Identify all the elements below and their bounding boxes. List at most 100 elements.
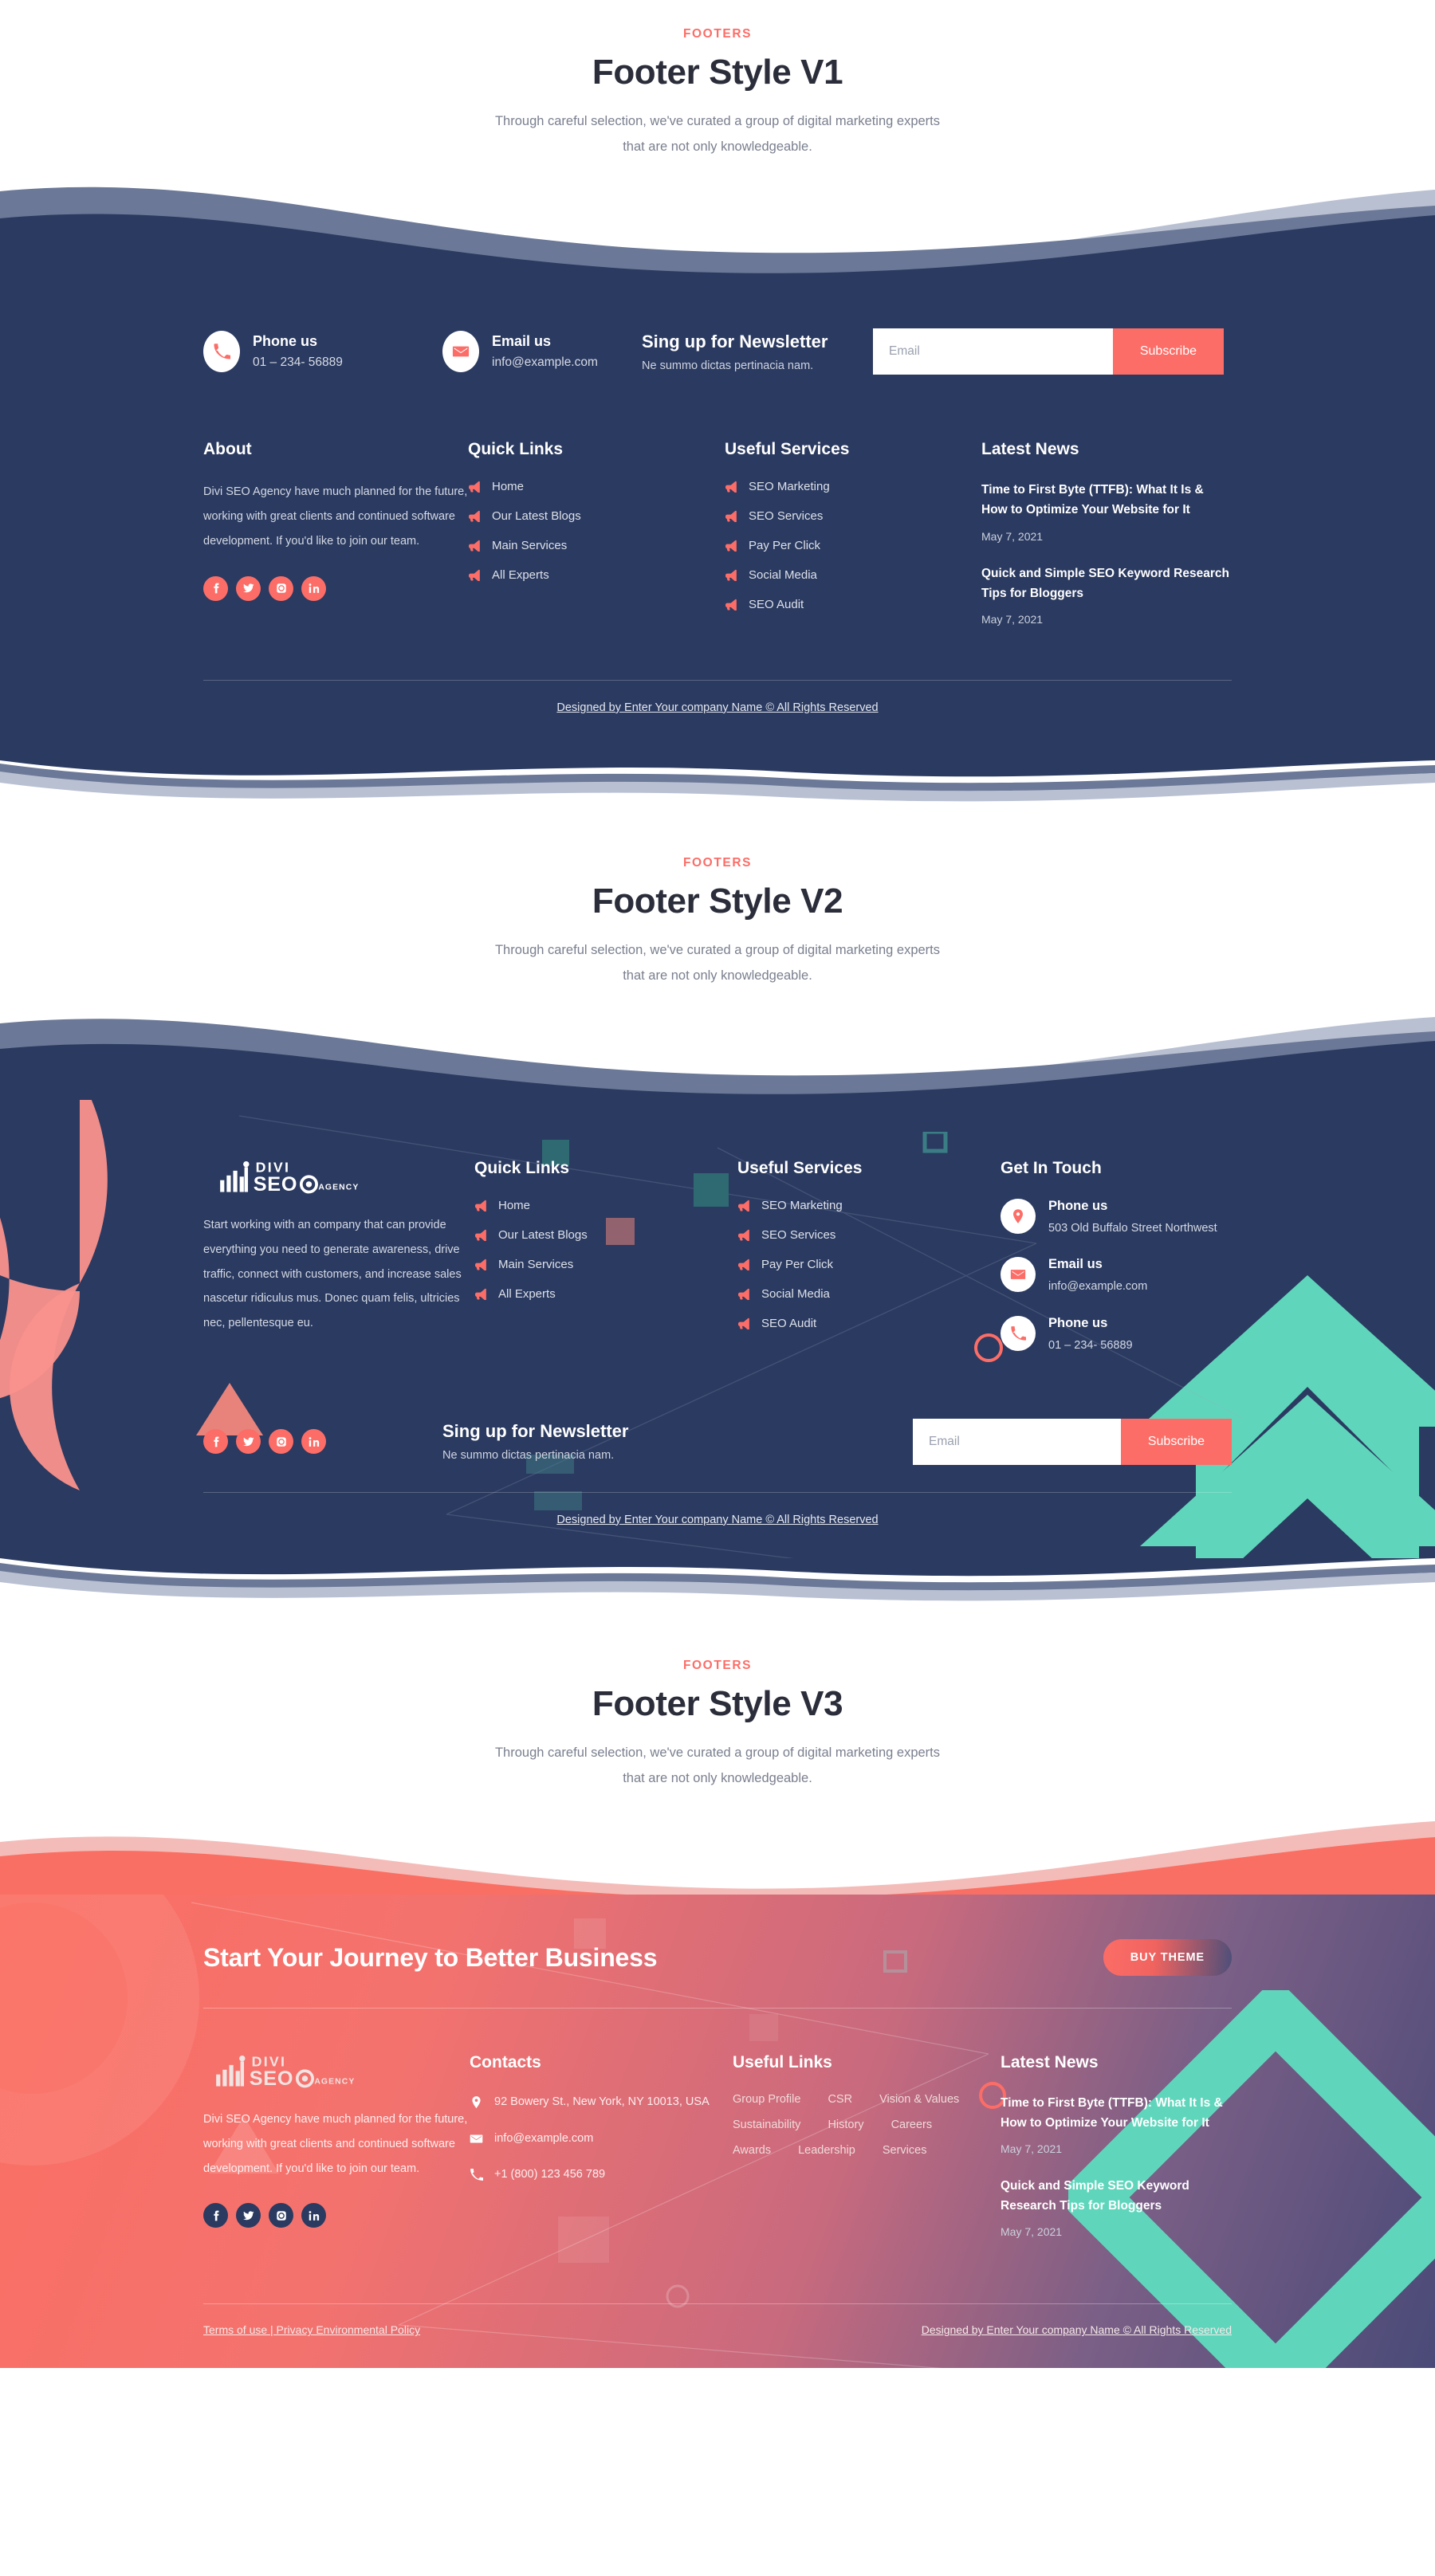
hero-title: Start Your Journey to Better Business — [203, 1942, 658, 1972]
contacts-heading: Contacts — [470, 2053, 541, 2072]
social-links-v2 — [203, 1429, 442, 1455]
list-item[interactable]: Social Media — [725, 568, 981, 582]
useful-link[interactable]: Services — [883, 2144, 927, 2157]
contact-item-value: 92 Bowery St., New York, NY 10013, USA — [494, 2095, 710, 2109]
list-item[interactable]: SEO Services — [725, 509, 981, 523]
envelope-icon — [442, 331, 479, 373]
useful-link[interactable]: Vision & Values — [879, 2093, 959, 2106]
useful-services-list: SEO Marketing SEO Services Pay Per Click So… — [737, 1199, 1001, 1330]
list-item[interactable]: All Experts — [474, 1287, 737, 1301]
social-links-v3 — [203, 2203, 470, 2228]
copyright-v2[interactable]: Designed by Enter Your company Name © Al… — [203, 1493, 1232, 1558]
contact-item[interactable]: Email us info@example.com — [1001, 1257, 1232, 1296]
list-item[interactable]: SEO Services — [737, 1228, 1001, 1242]
list-item-label: All Experts — [492, 568, 549, 583]
megaphone-icon — [737, 1288, 751, 1300]
intro-v1: FOOTERS Footer Style V1 Through careful … — [0, 0, 1435, 184]
instagram-icon[interactable] — [269, 2203, 293, 2228]
twitter-icon[interactable] — [236, 575, 261, 601]
v3-columns: DIVI SEO AGENCY Divi SEO Agency have muc… — [203, 2009, 1232, 2259]
useful-link[interactable]: Awards — [733, 2144, 771, 2157]
facebook-icon[interactable] — [203, 2203, 228, 2228]
useful-link[interactable]: Group Profile — [733, 2093, 800, 2106]
list-item[interactable]: SEO Audit — [737, 1317, 1001, 1330]
v1-columns: About Divi SEO Agency have much planned … — [203, 383, 1232, 646]
contacts-column: Contacts 92 Bowery St., New York, NY 100… — [470, 2053, 733, 2259]
useful-link[interactable]: CSR — [828, 2093, 852, 2106]
contact-item[interactable]: +1 (800) 123 456 789 — [470, 2166, 733, 2184]
useful-services-list: SEO Marketing SEO Services Pay Per Click So… — [725, 480, 981, 611]
logo[interactable]: DIVI SEO AGENCY — [203, 2053, 470, 2090]
contact-item[interactable]: Phone us 503 Old Buffalo Street Northwest — [1001, 1199, 1232, 1238]
copyright-v1[interactable]: Designed by Enter Your company Name © Al… — [203, 681, 1232, 760]
buy-theme-button[interactable]: BUY THEME — [1103, 1939, 1232, 1977]
news-title[interactable]: Quick and Simple SEO Keyword Research Ti… — [981, 564, 1232, 603]
news-title[interactable]: Quick and Simple SEO Keyword Research Ti… — [1001, 2176, 1232, 2216]
facebook-icon[interactable] — [203, 575, 228, 601]
subscribe-button[interactable]: Subscribe — [1120, 1418, 1232, 1465]
list-item[interactable]: Main Services — [468, 539, 725, 552]
list-item-label: SEO Services — [749, 509, 824, 524]
list-item[interactable]: SEO Marketing — [737, 1199, 1001, 1212]
news-item: Time to First Byte (TTFB): What It Is & … — [981, 480, 1232, 542]
phone-contact[interactable]: Phone us 01 – 234- 56889 — [203, 331, 442, 373]
latest-news-heading: Latest News — [981, 440, 1079, 459]
contact-item-value: 01 – 234- 56889 — [1048, 1338, 1133, 1352]
instagram-icon[interactable] — [269, 1429, 293, 1455]
linkedin-icon[interactable] — [301, 575, 326, 601]
contact-item[interactable]: 92 Bowery St., New York, NY 10013, USA — [470, 2093, 733, 2111]
list-item[interactable]: SEO Audit — [725, 598, 981, 611]
list-item[interactable]: Pay Per Click — [737, 1258, 1001, 1271]
list-item-label: SEO Marketing — [749, 480, 830, 494]
page-title: Footer Style V1 — [592, 53, 843, 92]
megaphone-icon — [468, 569, 482, 581]
useful-link[interactable]: Careers — [891, 2119, 933, 2131]
logo[interactable]: DIVI SEO AGENCY — [203, 1159, 474, 1196]
map-pin-icon — [1001, 1199, 1036, 1235]
list-item[interactable]: All Experts — [468, 568, 725, 582]
megaphone-icon — [474, 1288, 488, 1300]
list-item[interactable]: Our Latest Blogs — [474, 1228, 737, 1242]
instagram-icon[interactable] — [269, 575, 293, 601]
email-contact[interactable]: Email us info@example.com — [442, 331, 642, 373]
useful-services-column-v2: Useful Services SEO Marketing SEO Service… — [737, 1159, 1001, 1374]
list-item[interactable]: SEO Marketing — [725, 480, 981, 493]
list-item[interactable]: Our Latest Blogs — [468, 509, 725, 523]
quick-links-heading: Quick Links — [468, 440, 564, 459]
list-item[interactable]: Pay Per Click — [725, 539, 981, 552]
useful-link[interactable]: Leadership — [798, 2144, 855, 2157]
copyright-v3[interactable]: Designed by Enter Your company Name © Al… — [922, 2323, 1232, 2336]
useful-link[interactable]: Sustainability — [733, 2119, 800, 2131]
list-item-label: Home — [492, 480, 525, 494]
twitter-icon[interactable] — [236, 1429, 261, 1455]
contact-item[interactable]: Phone us 01 – 234- 56889 — [1001, 1315, 1232, 1355]
linkedin-icon[interactable] — [301, 1429, 326, 1455]
list-item-label: SEO Services — [761, 1228, 836, 1243]
footer-v2: DIVI SEO AGENCY Start working with an co… — [0, 1100, 1435, 1558]
news-title[interactable]: Time to First Byte (TTFB): What It Is & … — [1001, 2093, 1232, 2133]
list-item-label: All Experts — [498, 1287, 556, 1302]
useful-link[interactable]: History — [828, 2119, 863, 2131]
page-title: Footer Style V3 — [592, 1683, 843, 1723]
svg-text:SEO: SEO — [254, 1173, 297, 1196]
quick-links-column: Quick Links Home Our Latest Blogs Main Ser… — [468, 440, 725, 646]
v3-hero: Start Your Journey to Better Business BU… — [203, 1895, 1232, 2008]
list-item[interactable]: Home — [468, 480, 725, 493]
linkedin-icon[interactable] — [301, 2203, 326, 2228]
twitter-icon[interactable] — [236, 2203, 261, 2228]
list-item[interactable]: Home — [474, 1199, 737, 1212]
facebook-icon[interactable] — [203, 1429, 228, 1455]
brand-column-v2: DIVI SEO AGENCY Start working with an co… — [203, 1159, 474, 1374]
email-input[interactable] — [913, 1418, 1121, 1465]
list-item-label: Our Latest Blogs — [498, 1228, 588, 1243]
news-title[interactable]: Time to First Byte (TTFB): What It Is & … — [981, 480, 1232, 520]
terms-link[interactable]: Terms of use | Privacy Environmental Pol… — [203, 2323, 420, 2336]
latest-news-list: Time to First Byte (TTFB): What It Is & … — [981, 480, 1232, 625]
contact-item[interactable]: info@example.com — [470, 2130, 733, 2148]
subscribe-button[interactable]: Subscribe — [1112, 328, 1224, 375]
email-input[interactable] — [873, 328, 1113, 375]
contacts-list: 92 Bowery St., New York, NY 10013, USA in… — [470, 2093, 733, 2184]
list-item[interactable]: Main Services — [474, 1258, 737, 1271]
useful-links-column: Useful Links Group Profile CSR Vision & Va… — [733, 2053, 1001, 2259]
list-item[interactable]: Social Media — [737, 1287, 1001, 1301]
